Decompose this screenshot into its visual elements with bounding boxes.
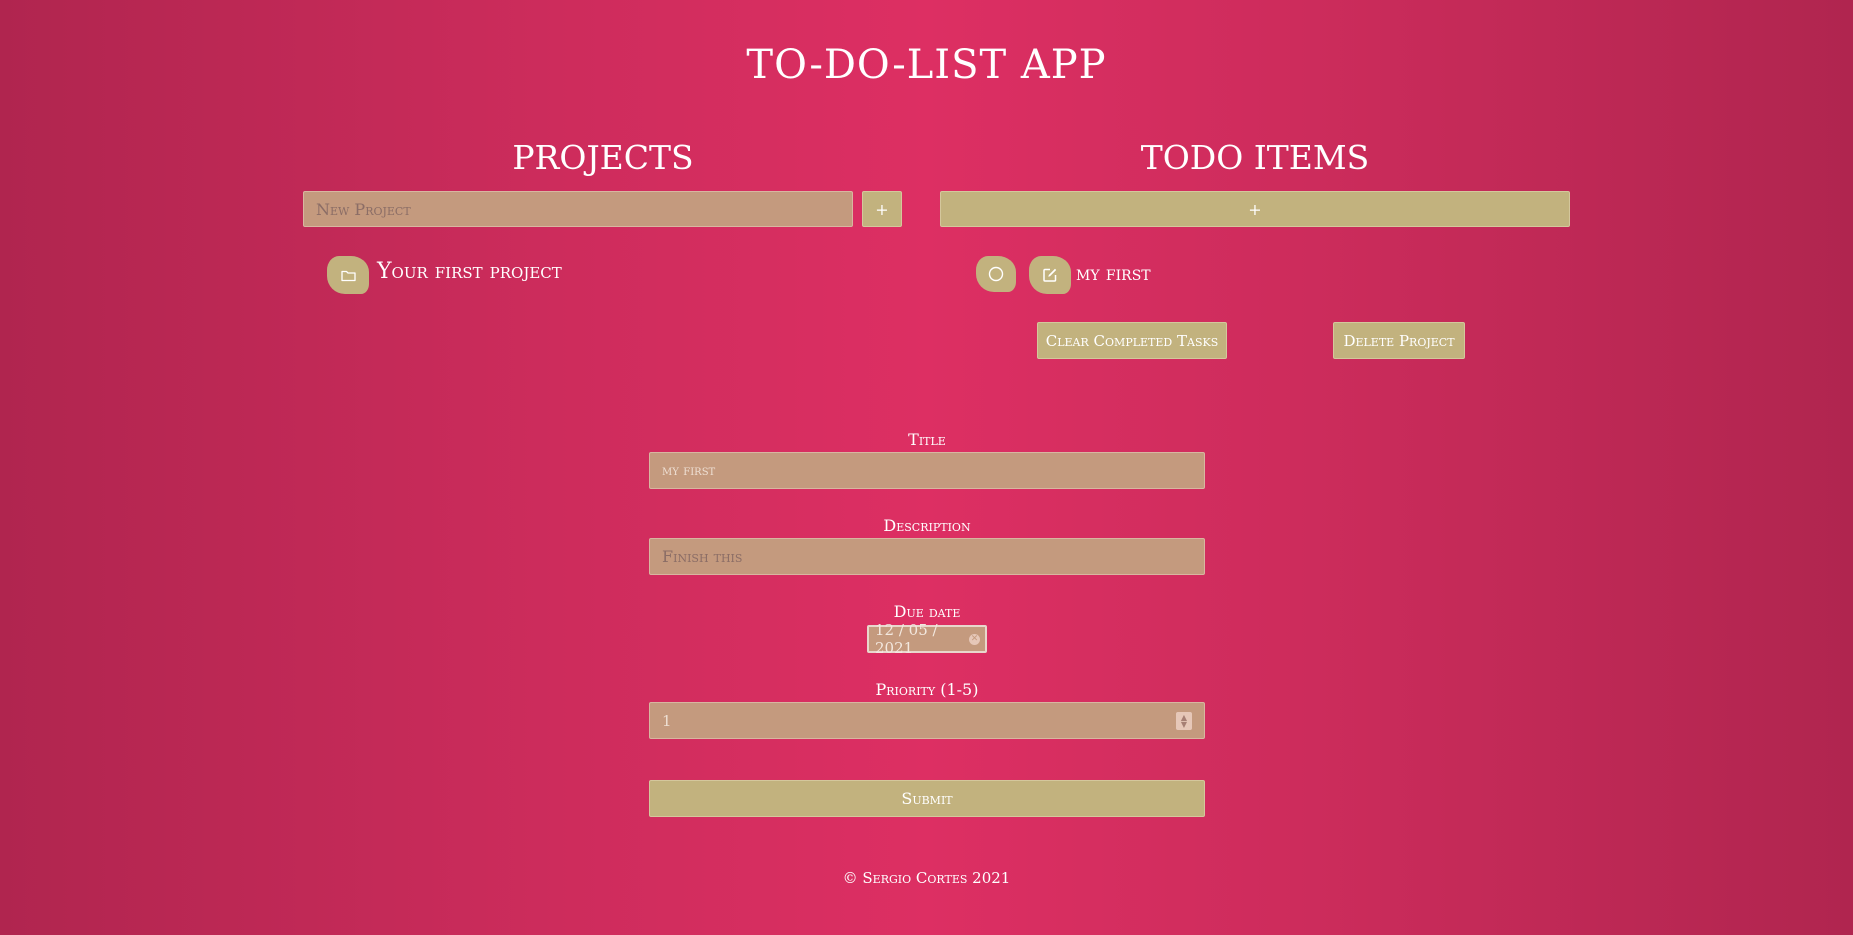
new-project-input[interactable] (303, 191, 853, 227)
footer-credit: © Sergio Cortes 2021 (842, 869, 1011, 887)
projects-heading: PROJECTS (512, 138, 694, 177)
project-item-label[interactable]: Your first project (377, 259, 562, 284)
submit-button[interactable]: Submit (649, 780, 1205, 817)
priority-value: 1 (662, 711, 672, 730)
todo-complete-toggle[interactable] (976, 256, 1016, 292)
description-input[interactable] (649, 538, 1205, 575)
project-item-button[interactable] (327, 256, 369, 294)
title-label: Title (908, 430, 946, 449)
todo-edit-button[interactable] (1029, 256, 1071, 294)
title-input[interactable] (649, 452, 1205, 489)
add-todo-button[interactable]: + (940, 191, 1570, 227)
priority-input[interactable]: 1 ▲ ▼ (649, 702, 1205, 739)
todo-item-label[interactable]: my first (1076, 261, 1151, 285)
due-date-input[interactable]: 12 / 05 / 2021 ✕ (867, 621, 987, 657)
clear-date-icon[interactable]: ✕ (969, 633, 980, 645)
delete-project-button[interactable]: Delete Project (1333, 322, 1465, 359)
priority-label: Priority (1-5) (875, 680, 979, 699)
add-project-button[interactable]: + (862, 191, 902, 227)
spinner-icon[interactable]: ▲ ▼ (1176, 711, 1192, 730)
app-title: TO-DO-LIST APP (746, 42, 1107, 88)
circle-icon (988, 266, 1004, 282)
clear-completed-button[interactable]: Clear Completed Tasks (1037, 322, 1227, 359)
due-date-label: Due date (893, 602, 961, 621)
todo-items-heading: TODO ITEMS (1140, 138, 1370, 177)
edit-icon (1043, 268, 1057, 282)
description-label: Description (883, 516, 971, 535)
folder-icon (340, 270, 356, 281)
due-date-value: 12 / 05 / 2021 (875, 621, 938, 657)
